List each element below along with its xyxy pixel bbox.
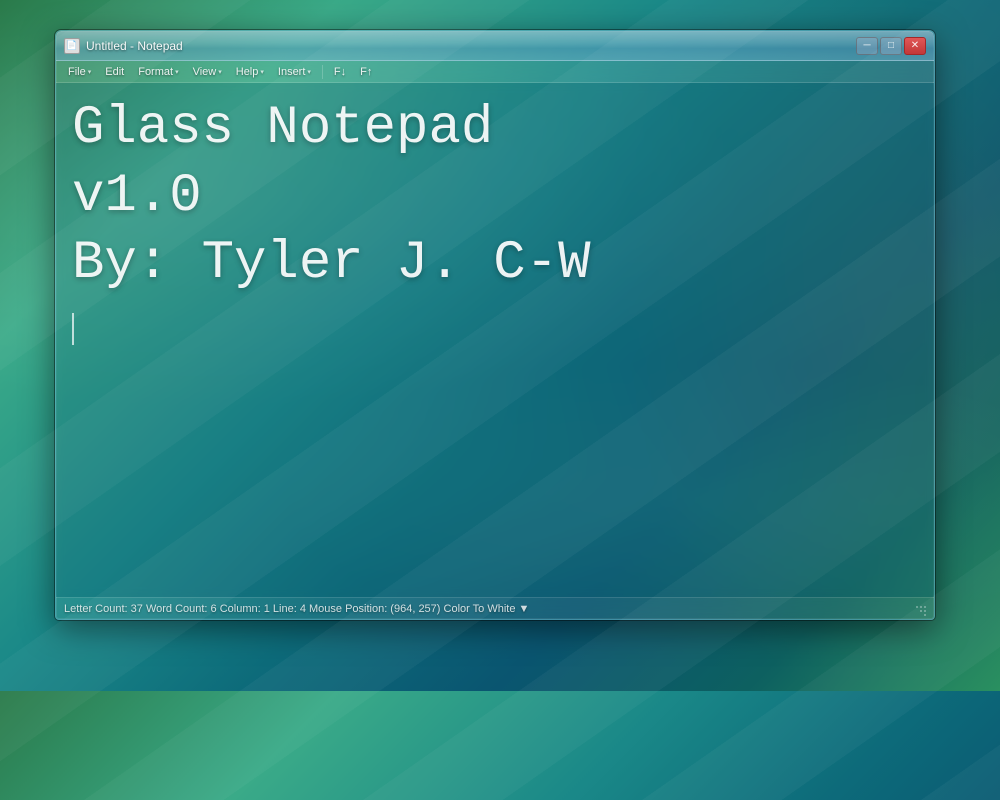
maximize-button[interactable]: □ xyxy=(880,37,902,55)
text-area-container[interactable]: Glass Notepad v1.0 By: Tyler J. C-W xyxy=(56,83,934,597)
format-menu-arrow: ▾ xyxy=(175,68,179,76)
grip-dot xyxy=(924,614,926,616)
statusbar-info: Letter Count: 37 Word Count: 6 Column: 1… xyxy=(64,603,912,615)
window-icon: 📄 xyxy=(64,38,80,54)
grip-dot xyxy=(924,606,926,608)
grip-dot xyxy=(920,610,922,612)
insert-menu-arrow: ▾ xyxy=(307,68,311,76)
grip-dot xyxy=(916,606,918,608)
file-menu-arrow: ▾ xyxy=(88,68,92,76)
close-button[interactable]: ✕ xyxy=(904,37,926,55)
menu-help[interactable]: Help ▾ xyxy=(230,64,270,80)
window-controls: ─ □ ✕ xyxy=(856,37,926,55)
grip-row-2 xyxy=(920,610,926,612)
menubar: File ▾ Edit Format ▾ View ▾ Help ▾ Inser… xyxy=(56,61,934,83)
notepad-window: 📄 Untitled - Notepad ─ □ ✕ File ▾ Edit F… xyxy=(55,30,935,620)
window-title: Untitled - Notepad xyxy=(86,39,856,53)
menu-insert[interactable]: Insert ▾ xyxy=(272,64,317,80)
help-menu-arrow: ▾ xyxy=(260,68,264,76)
menu-view[interactable]: View ▾ xyxy=(187,64,228,80)
statusbar: Letter Count: 37 Word Count: 6 Column: 1… xyxy=(56,597,934,619)
grip-row-1 xyxy=(916,606,926,608)
menu-f-down[interactable]: F↓ xyxy=(328,64,352,80)
notepad-text[interactable]: Glass Notepad v1.0 By: Tyler J. C-W xyxy=(72,95,918,298)
minimize-button[interactable]: ─ xyxy=(856,37,878,55)
grip-dot xyxy=(920,606,922,608)
view-menu-arrow: ▾ xyxy=(218,68,222,76)
titlebar: 📄 Untitled - Notepad ─ □ ✕ xyxy=(56,31,934,61)
menu-f-up[interactable]: F↑ xyxy=(354,64,378,80)
menu-file[interactable]: File ▾ xyxy=(62,64,97,80)
grip-row-3 xyxy=(924,614,926,616)
menu-separator xyxy=(322,65,323,79)
menu-edit[interactable]: Edit xyxy=(99,64,130,80)
text-cursor xyxy=(72,313,74,345)
grip-dot xyxy=(924,610,926,612)
resize-grip[interactable] xyxy=(912,602,926,616)
menu-format[interactable]: Format ▾ xyxy=(132,64,184,80)
